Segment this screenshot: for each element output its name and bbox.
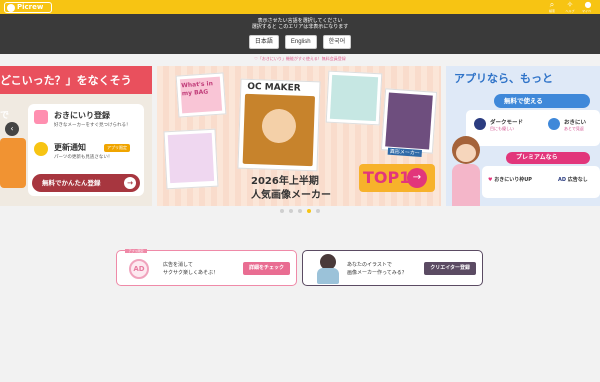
ad-icon: AD <box>558 177 567 183</box>
banner-carousel: どこいった？」をなくそう で ‹ おきにいり登録 好きなメーカーをすぐ見つけられ… <box>0 66 600 206</box>
feature-favorites-desc: 好きなメーカーをすぐ見つけられる！ <box>54 123 131 128</box>
carousel-dot[interactable] <box>289 209 293 213</box>
arrow-right-icon: → <box>124 177 136 189</box>
free-register-button[interactable]: 無料でかんたん登録 → <box>32 174 140 192</box>
free-features-box: ダークモード 目にも優しい おきにい あとで見返 <box>466 110 600 146</box>
carousel-dot-active[interactable] <box>307 209 311 213</box>
creator-body <box>317 268 339 284</box>
bell-icon <box>34 142 48 156</box>
pumpkin-illustration <box>0 138 26 188</box>
premium-favorites-up: ♥ おきにいり枠UP <box>488 176 532 183</box>
banner-right-title: アプリなら、もっと <box>454 72 553 85</box>
logo-mark-icon <box>7 4 15 12</box>
premium-noads-text: 広告なし <box>567 177 588 183</box>
ad-free-line2: サクサク楽しくあそぶ！ <box>163 270 219 276</box>
feature-fav-desc: あとで見返 <box>564 126 584 131</box>
banner-left-side-text: で <box>0 111 10 121</box>
search-icon[interactable]: ⌕ 検索 <box>546 0 558 14</box>
creator-line1: あなたのイラストで <box>347 262 392 268</box>
feature-notify-desc: パーツの更新も見逃さない！ <box>54 155 113 160</box>
banner-left-headline: どこいった？」をなくそう <box>0 74 132 87</box>
app-only-badge: アプリ限定 <box>104 144 130 152</box>
carousel-prev-button[interactable]: ‹ <box>5 122 19 136</box>
creator-illustration <box>315 254 341 284</box>
language-button-korean[interactable]: 한국어 <box>322 35 352 49</box>
app-only-tag: アプリ限定 <box>125 249 147 253</box>
help-glyph: ✧ <box>566 0 574 9</box>
polaroid-character-blue <box>325 70 383 126</box>
carousel-dots <box>0 209 600 215</box>
banner-favorites[interactable]: どこいった？」をなくそう で ‹ おきにいり登録 好きなメーカーをすぐ見つけられ… <box>0 66 152 206</box>
top10-caption: 2026年上半期 人気画像メーカー TOP10 → <box>251 164 439 201</box>
feature-dark-title: ダークモード <box>490 120 524 126</box>
polaroid-image <box>385 92 433 150</box>
polaroid-text-bag: What's in my BAG <box>181 80 214 98</box>
feature-notify-title: 更新通知 <box>54 143 86 152</box>
feature-dark-desc: 目にも優しい <box>490 126 514 131</box>
ad-free-promo[interactable]: アプリ限定 AD 広告を消して サクサク楽しくあそぶ！ 詳細をチェック <box>116 249 297 286</box>
feature-fav-title: おきにい <box>564 120 587 126</box>
polaroid-oc-maker: OC MAKER <box>237 78 321 172</box>
language-button-japanese[interactable]: 日本語 <box>248 35 279 49</box>
girl-face <box>456 144 476 162</box>
creator-register-button[interactable]: クリエイター登録 <box>424 262 476 275</box>
search-label: 検索 <box>548 9 555 13</box>
ad-free-promo-text: 広告を消して サクサク楽しくあそぶ！ <box>163 261 218 277</box>
ad-icon: AD <box>129 259 149 279</box>
bell-icon <box>548 118 560 130</box>
ad-free-line1: 広告を消して <box>163 262 193 268</box>
carousel-dot[interactable] <box>316 209 320 213</box>
moon-icon <box>474 118 486 130</box>
language-button-english[interactable]: English <box>284 35 317 49</box>
creator-promo[interactable]: あなたのイラストで 画像メーカー作ってみる？ クリエイター登録 <box>302 250 483 286</box>
banner-app[interactable]: アプリなら、もっと 無料で使える ダークモード 目にも優しい おきにい あとで見… <box>446 66 600 206</box>
polaroid-character-pink <box>163 128 219 190</box>
feature-favorites-title: おきにいり登録 <box>54 111 110 120</box>
language-selector-bar: 表示させたい言語を選択してください 選択すると このエリアは非表示になります 日… <box>0 14 600 54</box>
carousel-dot[interactable] <box>280 209 284 213</box>
language-buttons: 日本語 English 한국어 <box>0 35 600 49</box>
signup-notice-link[interactable]: ♡「おきにいり」機能がすぐ使える！無料会員登録 <box>0 56 600 62</box>
logo-text: Picrew <box>17 3 44 11</box>
heart-icon <box>34 110 48 124</box>
lightbulb-icon[interactable]: ✧ ヘルプ <box>564 0 576 14</box>
carousel-dot[interactable] <box>298 209 302 213</box>
language-message-2: 選択すると このエリアは非表示になります <box>251 24 349 30</box>
banner-top10[interactable]: What's in my BAG OC MAKER 異形メーカー 2026年上半… <box>157 66 441 206</box>
search-glyph: ⌕ <box>549 0 555 9</box>
user-glyph: ● <box>584 0 592 9</box>
polaroid-whats-in-my-bag: What's in my BAG <box>175 72 227 118</box>
polaroid-image <box>329 74 379 122</box>
top10-subtitle: 人気画像メーカー <box>251 190 331 201</box>
top-header: Picrew ⌕ 検索 ✧ ヘルプ ● マイページ <box>0 0 600 18</box>
banner-left-header: どこいった？」をなくそう <box>0 66 152 94</box>
premium-no-ads: AD 広告なし <box>558 176 588 183</box>
polaroid-image <box>167 132 215 184</box>
polaroid-igyou-maker: 異形メーカー <box>380 88 438 157</box>
creator-promo-text: あなたのイラストで 画像メーカー作ってみる？ <box>347 261 407 277</box>
premium-pill: プレミアムなら <box>506 152 590 164</box>
creator-line2: 画像メーカー作ってみる？ <box>347 270 407 276</box>
help-label: ヘルプ <box>565 9 575 13</box>
free-register-label: 無料でかんたん登録 <box>42 179 101 187</box>
top10-year: 2026年上半期 <box>251 176 319 187</box>
premium-fav-text: おきにいり枠UP <box>494 177 532 183</box>
heart-icon: ♥ <box>488 177 493 183</box>
premium-features-box: ♥ おきにいり枠UP AD 広告なし <box>482 166 600 198</box>
user-icon[interactable]: ● マイページ <box>582 0 594 18</box>
girl-illustration <box>446 136 486 206</box>
site-logo[interactable]: Picrew <box>4 2 52 13</box>
header-icons: ⌕ 検索 ✧ ヘルプ ● マイページ <box>546 0 594 18</box>
free-use-pill: 無料で使える <box>494 94 590 108</box>
check-details-button[interactable]: 詳細をチェック <box>242 262 290 275</box>
polaroid-text-oc-maker: OC MAKER <box>247 81 301 94</box>
girl-body <box>452 164 480 206</box>
arrow-right-icon[interactable]: → <box>407 168 427 188</box>
